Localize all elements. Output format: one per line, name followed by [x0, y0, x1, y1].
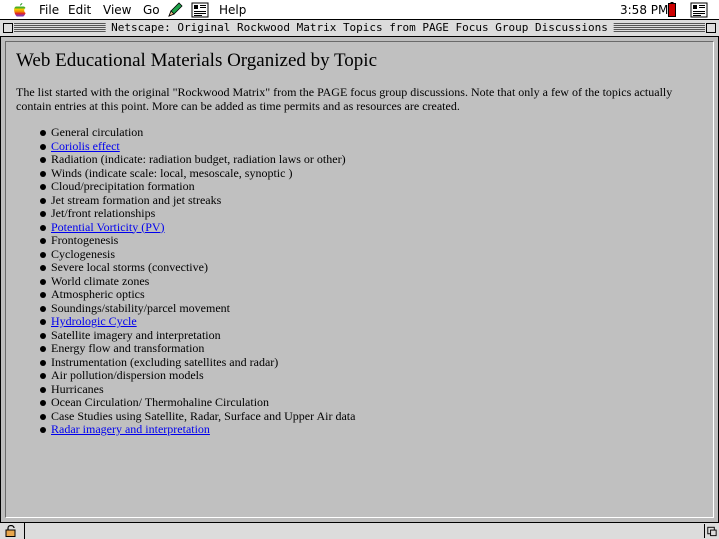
topic-label: Case Studies using Satellite, Radar, Sur…: [51, 408, 356, 423]
topic-list-item: Satellite imagery and interpretation: [40, 327, 355, 343]
topic-label: Jet stream formation and jet streaks: [51, 192, 222, 207]
window-title-bar[interactable]: Netscape: Original Rockwood Matrix Topic…: [0, 20, 719, 37]
topic-link[interactable]: Radar imagery and interpretation: [51, 422, 210, 436]
topic-link[interactable]: Potential Vorticity (PV): [51, 220, 165, 234]
topic-label: Cloud/precipitation formation: [51, 179, 195, 193]
topic-list-item[interactable]: Potential Vorticity (PV): [40, 220, 355, 235]
topic-list-item: Energy flow and transformation: [40, 341, 355, 356]
window-zoom-button[interactable]: [706, 23, 716, 33]
topic-label: Severe local storms (convective): [51, 260, 208, 274]
topic-list-item[interactable]: Coriolis effect: [40, 139, 355, 154]
topic-list-item: Case Studies using Satellite, Radar, Sur…: [40, 408, 356, 424]
topic-link[interactable]: Coriolis effect: [51, 139, 120, 153]
menu-go[interactable]: Go: [143, 3, 160, 17]
topic-list-item: Air pollution/dispersion models: [40, 368, 355, 383]
topic-list: General circulation Coriolis effect Radiat…: [40, 125, 356, 437]
resize-grip-icon[interactable]: [704, 524, 718, 538]
topic-list-item: Instrumentation (excluding satellites an…: [40, 354, 355, 370]
status-divider: [24, 523, 25, 539]
topic-label: Frontogenesis: [51, 233, 119, 247]
topic-label: Radiation (indicate: radiation budget, r…: [51, 152, 346, 166]
intro-paragraph: The list started with the original "Rock…: [16, 85, 673, 113]
topic-label: World climate zones: [51, 273, 150, 288]
window-title: Netscape: Original Rockwood Matrix Topic…: [105, 21, 614, 35]
topic-list-item: Ocean Circulation/ Thermohaline Circulat…: [40, 395, 355, 410]
menu-view[interactable]: View: [103, 3, 131, 17]
topic-list-item[interactable]: Hydrologic Cycle: [40, 314, 355, 329]
apple-menu-icon[interactable]: [13, 2, 27, 18]
topic-label: Energy flow and transformation: [51, 341, 205, 355]
menu-help[interactable]: Help: [219, 3, 246, 17]
topic-list-item: Jet/front relationships: [40, 206, 355, 221]
topic-list-item: Radiation (indicate: radiation budget, r…: [40, 152, 355, 167]
topic-link[interactable]: Hydrologic Cycle: [51, 314, 137, 328]
topic-list-item: Jet stream formation and jet streaks: [40, 192, 355, 208]
topic-list-item: Atmospheric optics: [40, 287, 355, 302]
application-menu-icon[interactable]: [690, 2, 708, 18]
topic-list-item: General circulation: [40, 125, 355, 140]
topic-list-item[interactable]: Radar imagery and interpretation: [40, 422, 355, 437]
status-bar: [0, 522, 719, 539]
topic-label: Winds (indicate scale: local, mesoscale,…: [51, 165, 293, 180]
topic-list-item: Hurricanes: [40, 381, 355, 397]
topic-list-item: Cloud/precipitation formation: [40, 179, 355, 194]
topic-label: Instrumentation (excluding satellites an…: [51, 354, 279, 369]
topic-label: Satellite imagery and interpretation: [51, 327, 221, 342]
topic-list-item: Soundings/stability/parcel movement: [40, 300, 355, 316]
page-heading: Web Educational Materials Organized by T…: [16, 50, 378, 71]
topic-label: Atmospheric optics: [51, 287, 145, 301]
app-switcher-icon[interactable]: [191, 2, 209, 18]
topic-list-item: Cyclogenesis: [40, 246, 355, 262]
battery-icon: [668, 2, 676, 17]
topic-label: Ocean Circulation/ Thermohaline Circulat…: [51, 395, 270, 409]
security-lock-icon[interactable]: [5, 525, 19, 537]
topic-label: Cyclogenesis: [51, 246, 115, 261]
topic-label: Jet/front relationships: [51, 206, 156, 220]
topic-list-item: Winds (indicate scale: local, mesoscale,…: [40, 165, 355, 181]
topic-label: Soundings/stability/parcel movement: [51, 300, 230, 315]
topic-label: Air pollution/dispersion models: [51, 368, 204, 382]
topic-list-item: Frontogenesis: [40, 233, 355, 248]
edit-pencil-icon[interactable]: [167, 2, 183, 18]
menu-bar: File Edit View Go Help 3:58 PM: [0, 0, 719, 20]
topic-list-item: Severe local storms (convective): [40, 260, 355, 275]
menu-edit[interactable]: Edit: [68, 3, 91, 17]
window-close-button[interactable]: [3, 23, 13, 33]
topic-list-item: World climate zones: [40, 273, 355, 289]
menu-file[interactable]: File: [39, 3, 59, 17]
browser-frame: Web Educational Materials Organized by T…: [0, 37, 719, 522]
topic-label: General circulation: [51, 125, 144, 139]
page-content: Web Educational Materials Organized by T…: [5, 41, 714, 518]
menu-clock[interactable]: 3:58 PM: [620, 3, 668, 17]
topic-label: Hurricanes: [51, 381, 104, 396]
